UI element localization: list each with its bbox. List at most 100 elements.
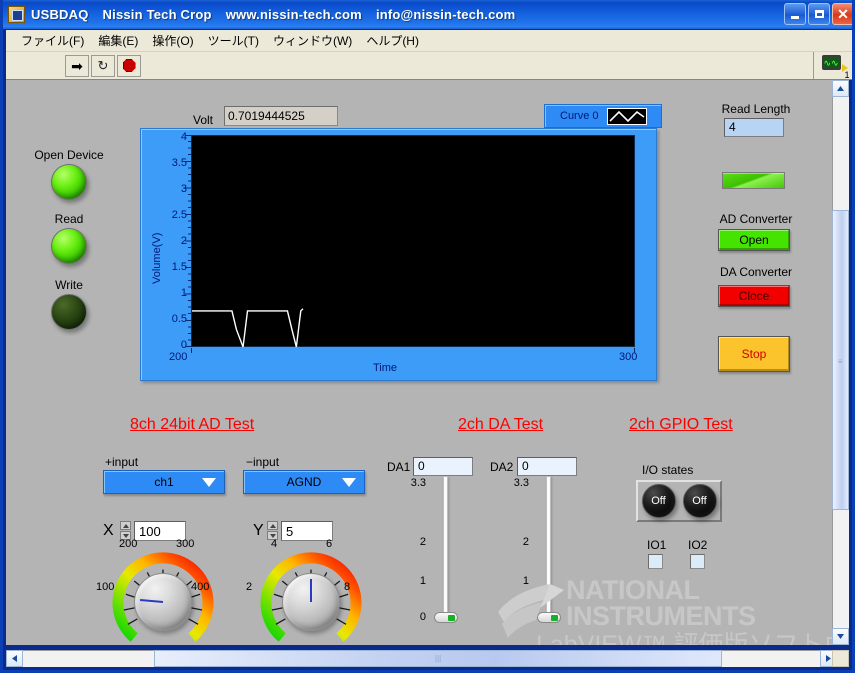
- chart-series-curve0: [192, 308, 304, 348]
- caret-down-icon: [122, 533, 129, 538]
- vi-icon-pane: ∿∿ 1: [813, 52, 852, 80]
- vi-icon[interactable]: ∿∿ 1: [819, 53, 850, 80]
- knob-x[interactable]: [111, 550, 215, 645]
- caret-up-icon: [122, 523, 129, 528]
- menu-item-operate[interactable]: 操作(O): [145, 30, 200, 51]
- scrollbar-grip-icon: |||: [435, 654, 442, 663]
- run-continuously-button[interactable]: ↻: [91, 54, 115, 77]
- section-title-da-test: 2ch DA Test: [458, 416, 544, 433]
- vi-icon-number: 1: [844, 69, 850, 80]
- led-read: [51, 228, 87, 264]
- window-controls: ✕: [784, 3, 852, 25]
- io-states-label: I/O states: [642, 463, 694, 477]
- chevron-down-icon: [202, 477, 216, 487]
- watermark-line-1: NATIONAL: [566, 575, 700, 605]
- close-button[interactable]: ✕: [832, 3, 852, 25]
- plus-input-dropdown[interactable]: ch1: [103, 470, 225, 494]
- knob-y-pointer: [310, 579, 312, 602]
- menu-item-help[interactable]: ヘルプ(H): [359, 30, 426, 51]
- horizontal-scrollbar[interactable]: |||: [6, 650, 837, 667]
- da2-slider-thumb[interactable]: [537, 612, 561, 623]
- knob-y-letter: Y: [253, 522, 264, 539]
- minimize-icon: [791, 16, 799, 19]
- led-label-open-device: Open Device: [34, 148, 104, 162]
- knob-y-increment-button[interactable]: [267, 521, 278, 530]
- menu-item-file[interactable]: ファイル(F): [14, 30, 91, 51]
- maximize-button[interactable]: [808, 3, 830, 25]
- stop-octagon-icon: [122, 59, 136, 72]
- minimize-button[interactable]: [784, 3, 806, 25]
- da2-tick-2: 2: [522, 536, 529, 548]
- maximize-icon: [814, 10, 824, 18]
- knob-y-tick-8: 8: [344, 581, 351, 593]
- minus-input-value: AGND: [286, 475, 322, 489]
- scroll-up-button[interactable]: [832, 80, 849, 97]
- io-states-box: Off Off: [636, 480, 722, 522]
- chart-ytick-1: 1: [180, 287, 187, 299]
- da-converter-button[interactable]: Cloce: [718, 285, 790, 307]
- legend-plot-style-swatch[interactable]: [606, 107, 647, 125]
- da1-tick-2: 2: [419, 536, 426, 548]
- da1-tick-1: 1: [419, 575, 426, 587]
- io1-checkbox[interactable]: [648, 554, 663, 569]
- window-title: USBDAQ Nissin Tech Crop www.nissin-tech.co…: [31, 7, 515, 22]
- watermark-line-2: INSTRUMENTS: [566, 601, 756, 631]
- knob-x-increment-button[interactable]: [120, 521, 131, 530]
- da1-slider-track[interactable]: [443, 476, 448, 621]
- read-length-field[interactable]: 4: [724, 118, 784, 137]
- toolbar-button-group: ➡ ↻: [63, 54, 141, 77]
- vertical-scrollbar-thumb[interactable]: ≡: [832, 210, 849, 510]
- led-label-read: Read: [54, 212, 84, 226]
- chart-x-axis-ticks: [191, 348, 635, 353]
- knob-x-letter: X: [103, 522, 114, 539]
- chart-ytick-0-5: 0.5: [171, 313, 187, 325]
- knob-y[interactable]: [259, 550, 363, 645]
- app-icon: [8, 6, 25, 23]
- io2-state-indicator[interactable]: Off: [682, 484, 717, 518]
- waveform-chart[interactable]: Volume(V) Time 4 3.5 3 2.5 2 1.5 1 0.5 0…: [140, 128, 657, 381]
- da2-tick-3-3: 3.3: [513, 477, 529, 489]
- chart-ytick-4: 4: [180, 131, 187, 143]
- plus-input-label: +input: [105, 455, 139, 469]
- io2-checkbox-label: IO2: [688, 538, 708, 552]
- da1-label: DA1: [387, 460, 411, 474]
- stop-button[interactable]: Stop: [718, 336, 790, 372]
- scroll-down-button[interactable]: [832, 628, 849, 645]
- horizontal-scrollbar-thumb[interactable]: |||: [154, 650, 722, 667]
- knob-x-tick-200: 200: [119, 538, 138, 550]
- io1-state-indicator[interactable]: Off: [641, 484, 676, 518]
- vertical-scrollbar[interactable]: ≡: [832, 80, 849, 645]
- io2-checkbox[interactable]: [690, 554, 705, 569]
- ad-converter-button[interactable]: Open: [718, 229, 790, 251]
- da2-value-field[interactable]: 0: [517, 457, 577, 476]
- menu-bar: ファイル(F) 編集(E) 操作(O) ツール(T) ウィンドウ(W) ヘルプ(…: [6, 30, 852, 52]
- run-button[interactable]: ➡: [65, 54, 89, 77]
- close-icon: ✕: [837, 6, 849, 22]
- chart-y-axis-ticks: [185, 135, 191, 347]
- read-length-label: Read Length: [721, 102, 791, 116]
- plot-legend[interactable]: Curve 0: [544, 104, 662, 128]
- chart-ytick-2-5: 2.5: [171, 209, 187, 221]
- chart-plot-area[interactable]: [191, 135, 635, 348]
- abort-button[interactable]: [117, 54, 141, 77]
- scroll-left-button[interactable]: [6, 650, 23, 667]
- menu-item-edit[interactable]: 編集(E): [91, 30, 145, 51]
- da1-slider-thumb[interactable]: [434, 612, 458, 623]
- da1-value-field[interactable]: 0: [413, 457, 473, 476]
- minus-input-dropdown[interactable]: AGND: [243, 470, 365, 494]
- menu-item-tools[interactable]: ツール(T): [201, 30, 266, 51]
- knob-x-dial[interactable]: [134, 573, 192, 631]
- title-email: info@nissin-tech.com: [375, 7, 516, 22]
- plus-input-value: ch1: [154, 475, 174, 489]
- menu-item-window[interactable]: ウィンドウ(W): [266, 30, 359, 51]
- led-write: [51, 294, 87, 330]
- chevron-down-icon: [342, 477, 356, 487]
- scrollbar-corner: [832, 650, 849, 667]
- knob-x-tick-300: 300: [176, 538, 195, 550]
- volt-value-field: 0.7019444525: [224, 106, 338, 126]
- chart-ytick-0: 0: [180, 339, 187, 351]
- section-title-ad-test: 8ch 24bit AD Test: [130, 416, 255, 433]
- da2-slider-track[interactable]: [546, 476, 551, 621]
- knob-y-tick-6: 6: [326, 538, 333, 550]
- scrollbar-grip-icon: ≡: [838, 357, 843, 366]
